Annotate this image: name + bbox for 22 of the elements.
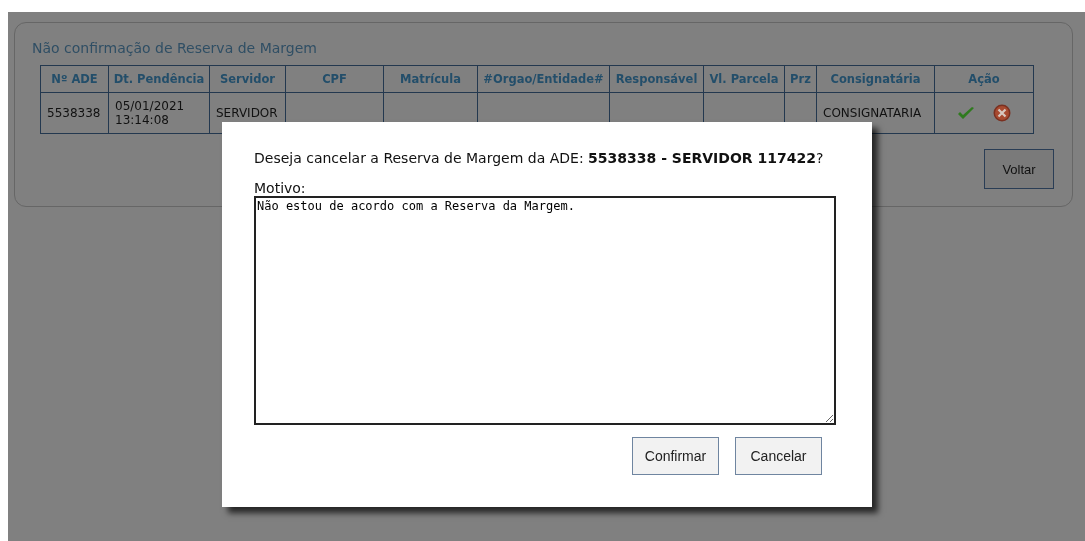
- column-header: Ação: [934, 65, 1034, 93]
- column-header: Nº ADE: [40, 65, 109, 93]
- column-header: Vl. Parcela: [703, 65, 785, 93]
- confirm-button[interactable]: Confirmar: [632, 437, 719, 475]
- column-header: Responsável: [609, 65, 704, 93]
- column-header: #Orgao/Entidade#: [477, 65, 610, 93]
- checkmark-icon[interactable]: [957, 105, 975, 120]
- table-cell: 5538338: [40, 92, 109, 134]
- confirmation-message: Deseja cancelar a Reserva de Margem da ADE: 5538338 - SERVIDOR 117422?: [254, 150, 825, 166]
- back-button[interactable]: Voltar: [984, 149, 1054, 189]
- reason-field[interactable]: Não estou de acordo com a Reserva da Margem.: [254, 196, 836, 425]
- column-header: Prz: [784, 65, 817, 93]
- column-header: Dt. Pendência: [108, 65, 210, 93]
- column-header: Servidor: [209, 65, 286, 93]
- column-header: Matrícula: [383, 65, 478, 93]
- panel-title: Não confirmação de Reserva de Margem: [32, 40, 318, 56]
- table-cell: 05/01/2021 13:14:08: [108, 92, 210, 134]
- column-header: Consignatária: [816, 65, 935, 93]
- column-header: CPF: [285, 65, 384, 93]
- reason-label: Motivo:: [254, 180, 307, 196]
- cancel-button[interactable]: Cancelar: [735, 437, 822, 475]
- cancel-icon[interactable]: [993, 103, 1011, 122]
